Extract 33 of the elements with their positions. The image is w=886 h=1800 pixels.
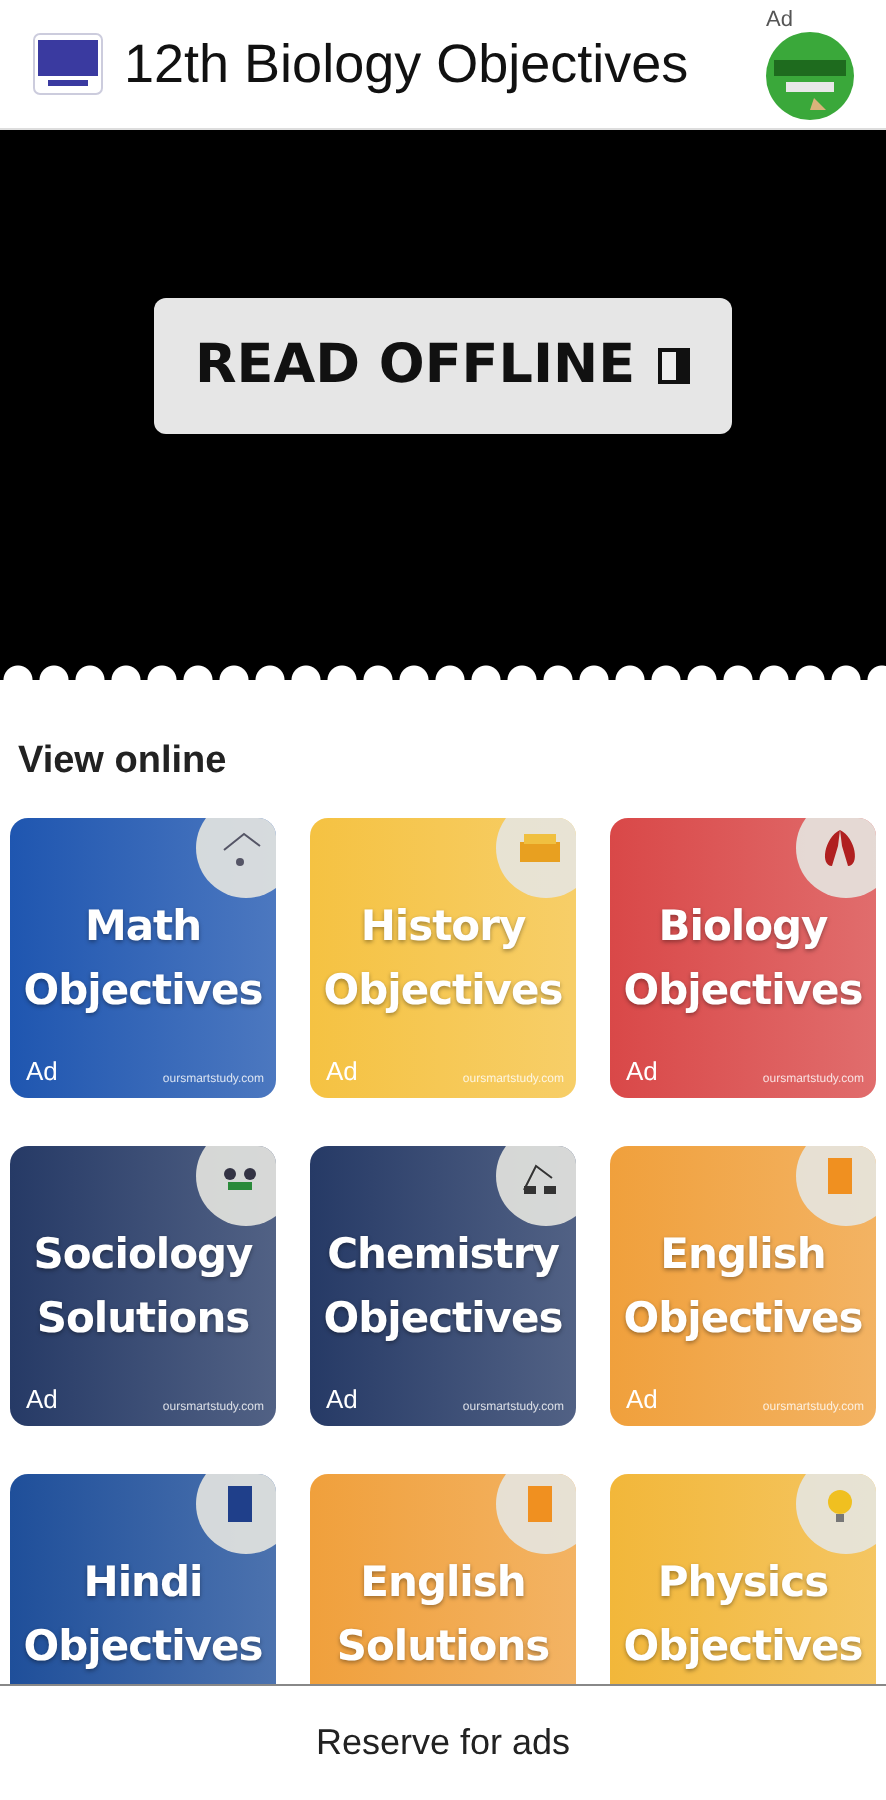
card-subtitle: Solutions — [36, 1292, 250, 1346]
ad-placeholder-text: Reserve for ads — [315, 1722, 571, 1764]
card-title: English — [660, 1228, 826, 1282]
ad-label: Ad — [326, 1384, 358, 1414]
ad-label: Ad — [26, 1384, 58, 1414]
card-subtitle: Objectives — [23, 1620, 263, 1674]
card-title: History — [360, 900, 526, 954]
ad-label: Ad — [766, 9, 793, 31]
card-subtitle: Objectives — [623, 1292, 863, 1346]
card-subtitle: Objectives — [623, 1620, 863, 1674]
read-offline-button[interactable]: READ OFFLINE — [154, 297, 732, 433]
ad-label: Ad — [326, 1056, 358, 1086]
book-icon — [655, 345, 692, 385]
subject-card[interactable]: Hindi Objectives — [10, 1474, 276, 1684]
card-subtitle: Objectives — [623, 964, 863, 1018]
ad-label: Ad — [626, 1056, 658, 1086]
card-subtitle: Objectives — [23, 964, 263, 1018]
ad-logo-icon[interactable] — [766, 31, 854, 119]
card-title: Biology — [658, 900, 828, 954]
ad-label: Ad — [26, 1056, 58, 1086]
app-title: 12th Biology Objectives — [124, 33, 691, 95]
card-title: Math — [84, 900, 202, 954]
card-title: Chemistry — [327, 1228, 559, 1282]
card-subtitle: Objectives — [323, 1292, 563, 1346]
card-title: Hindi — [83, 1556, 203, 1610]
ad-label: Ad — [626, 1384, 658, 1414]
section-title: View online — [16, 738, 229, 786]
card-title: Sociology — [33, 1228, 253, 1282]
card-subtitle: Objectives — [323, 964, 563, 1018]
app-logo-icon — [32, 28, 104, 100]
card-title: Physics — [657, 1556, 829, 1610]
card-title: English — [360, 1556, 526, 1610]
card-subtitle: Solutions — [336, 1620, 550, 1674]
